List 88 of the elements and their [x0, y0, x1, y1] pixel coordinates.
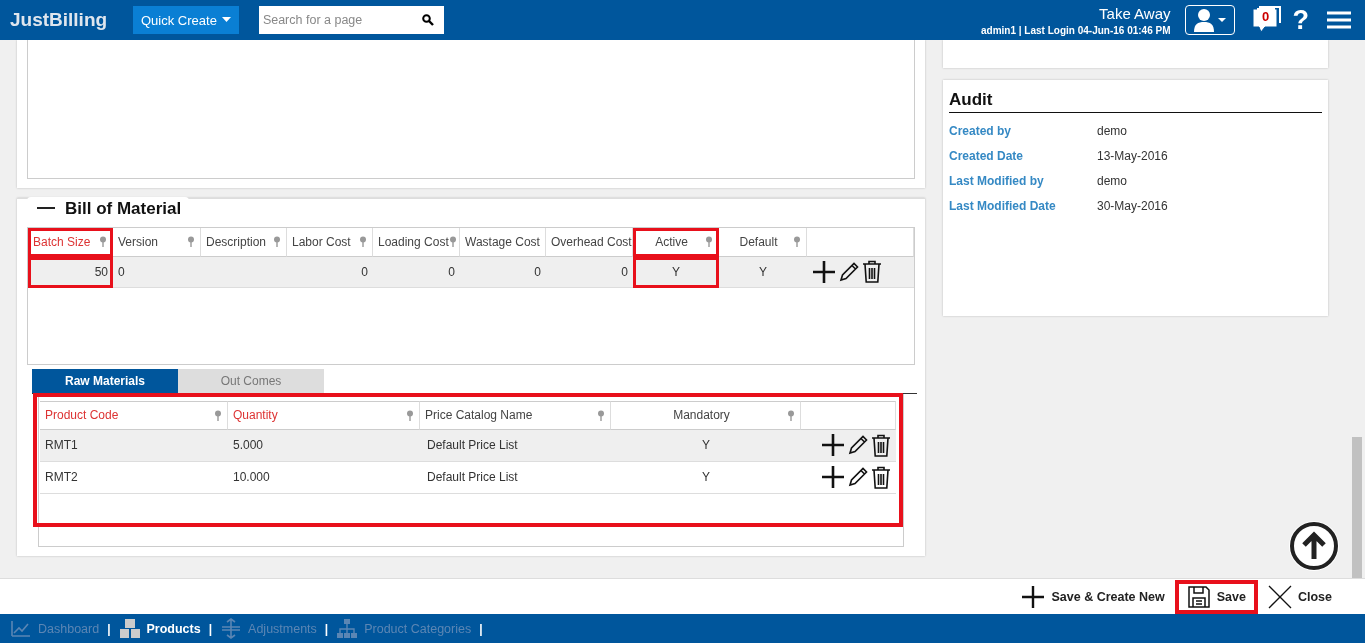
add-button[interactable]: Save & Create New	[1015, 579, 1171, 614]
logo[interactable]: JustBilling	[0, 9, 120, 31]
trash-icon[interactable]	[862, 260, 882, 283]
filter-icon[interactable]	[99, 236, 107, 247]
quick-create-button[interactable]: Quick Create	[133, 6, 239, 34]
add-icon[interactable]	[821, 433, 845, 457]
column-header[interactable]: Wastage Cost	[460, 227, 546, 257]
field-value: 13-May-2016	[1097, 149, 1168, 163]
field-value: demo	[1097, 124, 1128, 138]
filter-icon[interactable]	[448, 236, 457, 247]
filter-icon[interactable]	[359, 236, 367, 247]
filter-icon[interactable]	[597, 409, 605, 421]
boxes-icon	[118, 618, 141, 639]
separator: |	[324, 621, 329, 636]
menu-icon[interactable]	[1327, 11, 1351, 29]
field-label: Last Modified by	[949, 174, 1045, 188]
column-header[interactable]: Active	[633, 227, 719, 257]
filter-icon[interactable]	[214, 409, 222, 421]
column-header[interactable]: Product Code	[40, 400, 228, 430]
pencil-icon[interactable]	[838, 260, 860, 283]
pencil-icon[interactable]	[847, 434, 869, 456]
field-value: demo	[1097, 174, 1128, 188]
column-header[interactable]: Labor Cost	[287, 227, 373, 257]
table-cell: Y	[633, 256, 719, 288]
user-icon	[1193, 8, 1215, 32]
login-info: admin1 | Last Login 04-Jun-16 01:46 PM	[981, 24, 1171, 36]
search-icon[interactable]	[421, 14, 434, 26]
table-cell: Y	[611, 461, 801, 494]
column-header[interactable]: Default	[719, 227, 807, 257]
column-header[interactable]: Batch Size	[28, 227, 113, 257]
field-label: Created Date	[949, 149, 1025, 163]
save-icon	[1186, 584, 1211, 609]
caret-icon	[1218, 17, 1226, 23]
table-cell: 0	[546, 256, 633, 288]
filter-icon[interactable]	[787, 409, 795, 421]
store-name: Take Away	[1098, 4, 1171, 22]
separator: |	[107, 621, 111, 636]
close-icon	[1267, 584, 1292, 609]
column-header[interactable]: Version	[113, 227, 201, 257]
filter-icon[interactable]	[406, 409, 414, 421]
field-value: 30-May-2016	[1097, 199, 1168, 213]
separator: |	[479, 621, 483, 636]
table-cell: Y	[611, 429, 801, 462]
field-label: Last Modified Date	[949, 199, 1057, 213]
separator: |	[208, 621, 213, 636]
filter-icon[interactable]	[273, 236, 281, 247]
search-field[interactable]: Search for a page	[258, 6, 444, 34]
column-header[interactable]: Description	[201, 227, 287, 257]
close-button[interactable]: Close	[1261, 579, 1338, 614]
trash-icon[interactable]	[871, 433, 891, 457]
field-label: Created by	[949, 124, 1013, 138]
filter-icon[interactable]	[793, 236, 801, 247]
table-cell: 0	[373, 256, 460, 288]
trash-icon[interactable]	[871, 465, 891, 489]
add-icon[interactable]	[821, 465, 845, 489]
caret-icon	[221, 17, 231, 23]
column-header[interactable]: Mandatory	[611, 400, 801, 430]
table-cell: Default Price List	[420, 429, 611, 462]
filter-icon[interactable]	[187, 236, 195, 247]
nav-item[interactable]: Products	[118, 618, 201, 639]
column-header[interactable]: Loading Cost	[373, 227, 460, 257]
table-cell: 10.000	[228, 461, 420, 494]
column-header[interactable]: Price Catalog Name	[420, 400, 611, 430]
table-cell: Y	[719, 256, 807, 288]
help-button[interactable]: ?	[1292, 4, 1309, 36]
column-header[interactable]: Overhead Cost	[546, 227, 633, 257]
adjust-icon	[220, 618, 243, 639]
section-title: Audit	[949, 88, 1322, 113]
table-cell: 50	[28, 256, 113, 288]
chart-icon	[10, 618, 32, 639]
table-cell: 5.000	[228, 429, 420, 462]
tab[interactable]: Raw Materials	[32, 368, 178, 393]
table-cell: 0	[287, 256, 373, 288]
filter-icon[interactable]	[705, 236, 713, 247]
tree-icon	[336, 618, 359, 639]
add-icon[interactable]	[812, 259, 836, 284]
table-cell: Default Price List	[420, 461, 611, 494]
section-title: Bill of Material	[65, 198, 182, 219]
collapse-icon[interactable]	[37, 207, 55, 210]
table-cell: RMT2	[40, 461, 228, 494]
column-header[interactable]: Quantity	[228, 400, 420, 430]
table-cell: 0	[113, 256, 201, 288]
save-button[interactable]: Save	[1174, 579, 1258, 614]
pencil-icon[interactable]	[847, 466, 869, 488]
table-cell: RMT1	[40, 429, 228, 462]
user-menu-button[interactable]	[1184, 5, 1235, 35]
table-cell: 0	[460, 256, 546, 288]
plus-icon	[1021, 584, 1046, 609]
